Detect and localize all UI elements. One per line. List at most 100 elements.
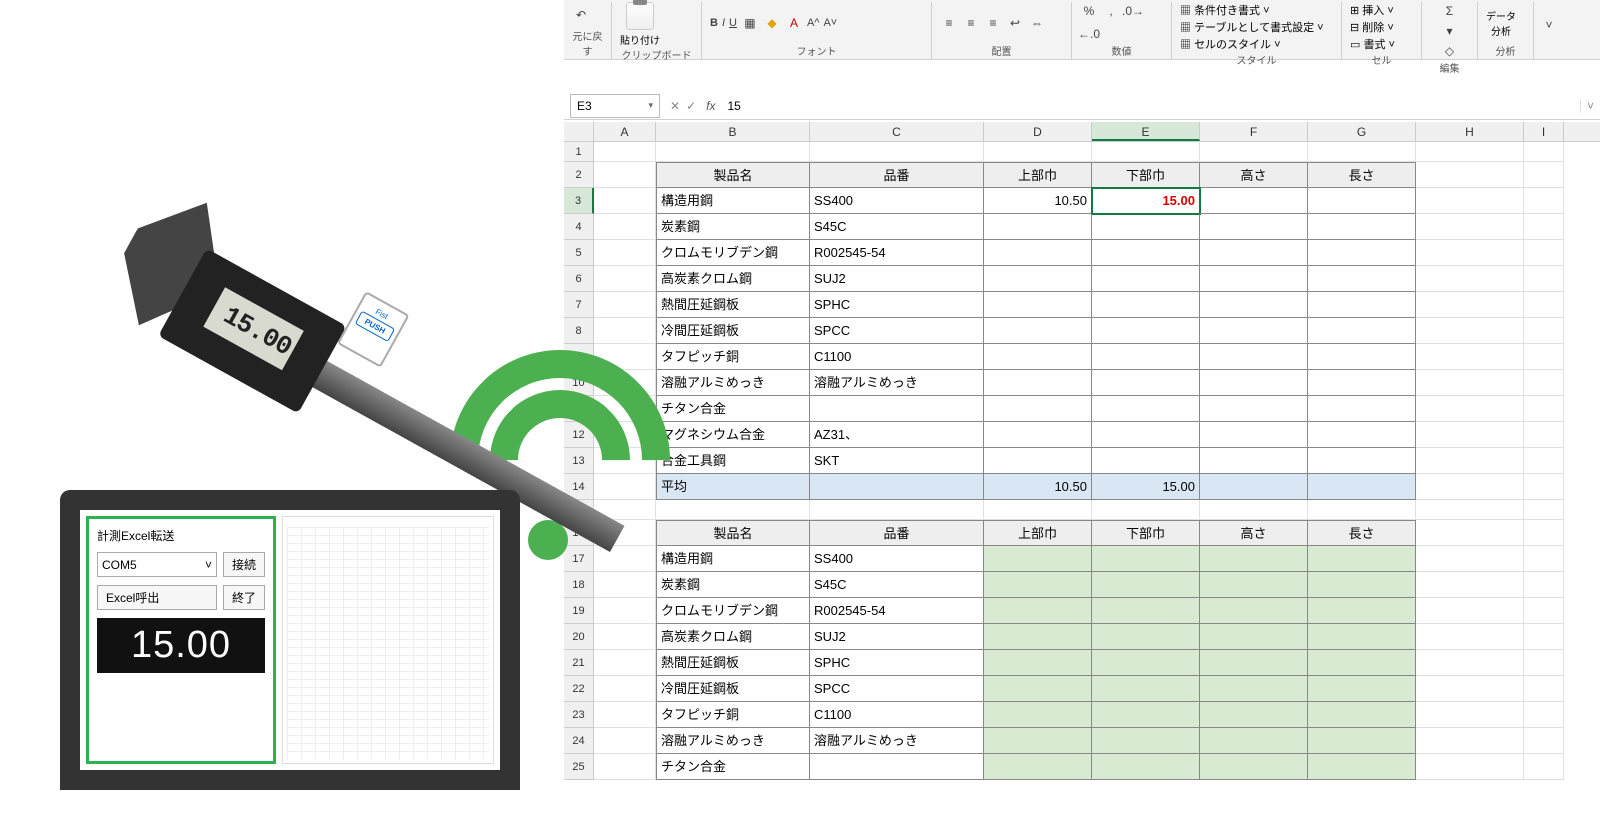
cell[interactable]: 上部巾 <box>984 520 1092 546</box>
cell[interactable]: 長さ <box>1308 162 1416 188</box>
cell[interactable] <box>1308 370 1416 396</box>
col-header[interactable]: I <box>1524 122 1564 141</box>
cell[interactable]: 高さ <box>1200 162 1308 188</box>
cell[interactable] <box>1200 598 1308 624</box>
comma-button[interactable]: , <box>1102 2 1120 20</box>
cell[interactable] <box>1092 240 1200 266</box>
ribbon-collapse-icon[interactable]: ˅ <box>1542 16 1556 34</box>
col-header[interactable]: C <box>810 122 984 141</box>
cell[interactable] <box>1200 448 1308 474</box>
cell[interactable] <box>1308 650 1416 676</box>
col-header[interactable]: A <box>594 122 656 141</box>
cell[interactable] <box>1416 188 1524 214</box>
cell[interactable] <box>1524 292 1564 318</box>
cell[interactable] <box>984 292 1092 318</box>
cell[interactable] <box>1524 474 1564 500</box>
cell[interactable]: 溶融アルミめっき <box>810 370 984 396</box>
cell[interactable] <box>1416 520 1524 546</box>
delete-button[interactable]: ⊟ 削除 ˅ <box>1350 19 1394 35</box>
cell[interactable]: 品番 <box>810 162 984 188</box>
dec-decimal-button[interactable]: ←.0 <box>1080 25 1098 43</box>
cell[interactable] <box>1200 702 1308 728</box>
cell[interactable] <box>1416 500 1524 520</box>
cell[interactable]: SS400 <box>810 546 984 572</box>
percent-button[interactable]: % <box>1080 2 1098 20</box>
cell[interactable] <box>1524 650 1564 676</box>
cell[interactable] <box>1092 318 1200 344</box>
cell[interactable] <box>1416 292 1524 318</box>
cell[interactable] <box>1200 142 1308 162</box>
cell[interactable] <box>1524 142 1564 162</box>
cell[interactable] <box>1200 624 1308 650</box>
col-header[interactable]: D <box>984 122 1092 141</box>
cell[interactable] <box>984 546 1092 572</box>
cell[interactable] <box>984 240 1092 266</box>
cell[interactable] <box>1092 702 1200 728</box>
cell[interactable] <box>1416 650 1524 676</box>
cell[interactable] <box>1416 162 1524 188</box>
undo-icon[interactable]: ↶ <box>572 6 590 24</box>
table-format-button[interactable]: ▦ テーブルとして書式設定 ˅ <box>1180 19 1324 35</box>
cell[interactable] <box>1416 728 1524 754</box>
cell[interactable] <box>1416 448 1524 474</box>
cell[interactable]: SPHC <box>810 650 984 676</box>
cell[interactable] <box>984 702 1092 728</box>
cell[interactable] <box>1416 142 1524 162</box>
cell[interactable] <box>984 448 1092 474</box>
cell[interactable] <box>1416 370 1524 396</box>
cell[interactable] <box>984 598 1092 624</box>
cell[interactable]: C1100 <box>810 702 984 728</box>
cell[interactable] <box>1416 344 1524 370</box>
cell[interactable] <box>1200 266 1308 292</box>
cell[interactable] <box>1524 344 1564 370</box>
cell[interactable] <box>1416 474 1524 500</box>
cell[interactable] <box>1308 396 1416 422</box>
cell[interactable] <box>984 676 1092 702</box>
cell[interactable] <box>1092 572 1200 598</box>
formula-input[interactable] <box>723 97 1580 115</box>
cell[interactable] <box>1200 754 1308 780</box>
cell[interactable] <box>1092 676 1200 702</box>
cell[interactable]: 15.00 <box>1092 474 1200 500</box>
cell[interactable] <box>1416 422 1524 448</box>
cell[interactable] <box>1092 344 1200 370</box>
cell[interactable] <box>1092 214 1200 240</box>
cell[interactable] <box>984 422 1092 448</box>
cell[interactable] <box>1524 546 1564 572</box>
cell[interactable] <box>1524 702 1564 728</box>
cell[interactable]: 10.50 <box>984 188 1092 214</box>
cell[interactable] <box>1416 676 1524 702</box>
cell[interactable] <box>984 344 1092 370</box>
cell[interactable] <box>1200 344 1308 370</box>
cell[interactable] <box>1524 448 1564 474</box>
fill-color-button[interactable]: ◆ <box>763 14 781 32</box>
cell[interactable] <box>1092 624 1200 650</box>
cell[interactable] <box>984 728 1092 754</box>
cell[interactable] <box>1092 728 1200 754</box>
quit-button[interactable]: 終了 <box>223 585 265 610</box>
cell[interactable] <box>810 142 984 162</box>
cell[interactable]: SKT <box>810 448 984 474</box>
cell[interactable] <box>1308 448 1416 474</box>
cell[interactable]: AZ31、 <box>810 422 984 448</box>
cell[interactable] <box>1416 318 1524 344</box>
cell[interactable] <box>1308 142 1416 162</box>
cell[interactable] <box>810 500 984 520</box>
cell[interactable] <box>984 318 1092 344</box>
cell[interactable]: SPCC <box>810 318 984 344</box>
cell[interactable] <box>1416 754 1524 780</box>
col-header[interactable]: G <box>1308 122 1416 141</box>
cell[interactable]: 高さ <box>1200 520 1308 546</box>
cell[interactable] <box>1308 240 1416 266</box>
bold-button[interactable]: B <box>710 17 718 29</box>
cell[interactable] <box>1524 162 1564 188</box>
align-top-icon[interactable]: ≡ <box>940 14 958 32</box>
col-header[interactable]: H <box>1416 122 1524 141</box>
cell[interactable] <box>1524 370 1564 396</box>
cell[interactable] <box>1200 396 1308 422</box>
cell[interactable] <box>1200 676 1308 702</box>
insert-button[interactable]: ⊞ 挿入 ˅ <box>1350 2 1394 18</box>
italic-button[interactable]: I <box>722 17 725 29</box>
cell[interactable] <box>1092 598 1200 624</box>
cell[interactable] <box>1200 474 1308 500</box>
